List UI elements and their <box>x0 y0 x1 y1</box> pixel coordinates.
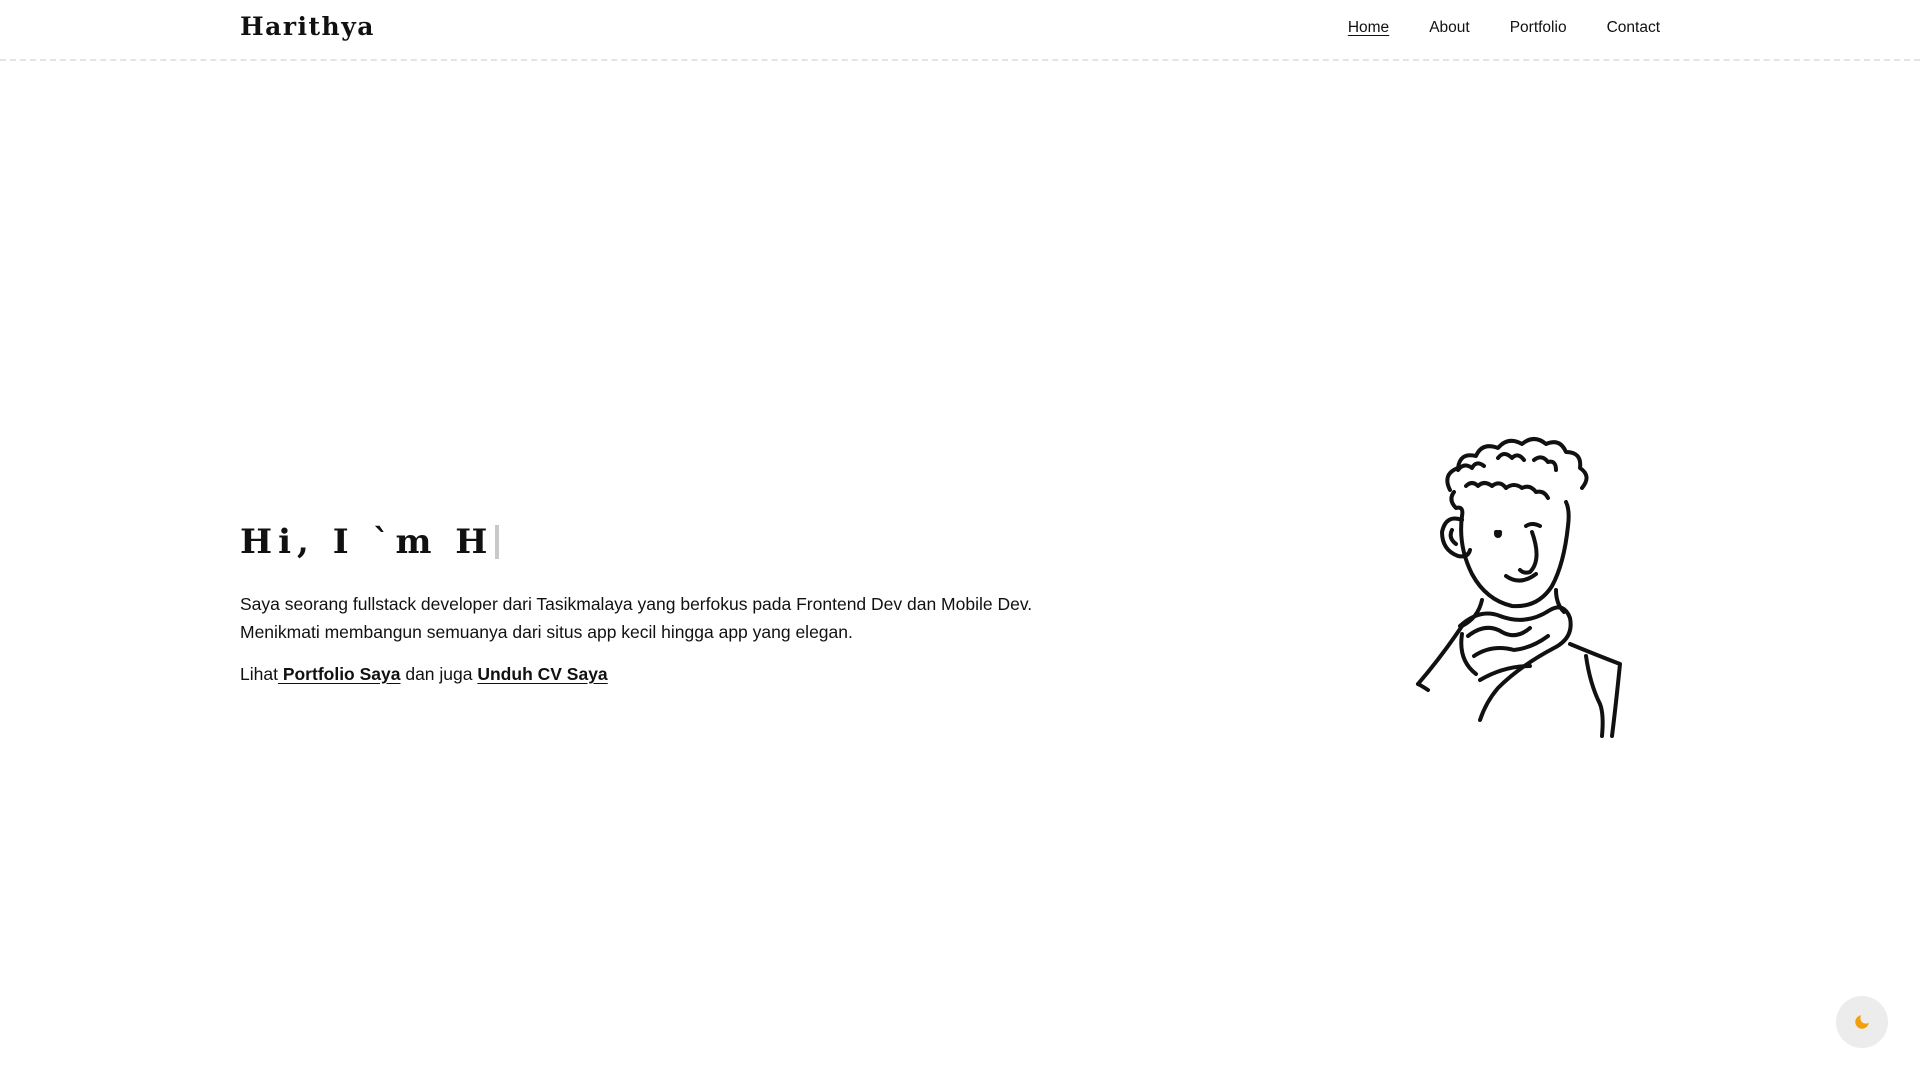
hero-links: Lihat Portfolio Saya dan juga Unduh CV S… <box>240 660 1060 688</box>
nav-item-contact[interactable]: Contact <box>1607 19 1660 37</box>
typed-text: Hi, I `m H <box>240 522 494 562</box>
hero-description: Saya seorang fullstack developer dari Ta… <box>240 590 1060 646</box>
typing-cursor <box>495 525 500 559</box>
links-prefix: Lihat <box>240 664 278 684</box>
description-line-1: Saya seorang fullstack developer dari Ta… <box>240 594 1033 614</box>
hero-section: Hi, I `m H Saya seorang fullstack develo… <box>240 520 1060 688</box>
navbar: Harithya Home About Portfolio Contact <box>0 0 1920 61</box>
brand-logo[interactable]: Harithya <box>240 12 375 41</box>
avatar-sketch-icon <box>1410 430 1660 750</box>
nav-item-about[interactable]: About <box>1429 19 1470 37</box>
nav-item-home[interactable]: Home <box>1348 19 1389 37</box>
hero-title: Hi, I `m H <box>240 520 1060 564</box>
nav-menu: Home About Portfolio Contact <box>1348 19 1660 37</box>
moon-icon <box>1855 1015 1869 1029</box>
portfolio-link[interactable]: Portfolio Saya <box>278 664 401 684</box>
description-line-2: Menikmati membangun semuanya dari situs … <box>240 622 853 642</box>
download-cv-link[interactable]: Unduh CV Saya <box>477 664 607 684</box>
nav-item-portfolio[interactable]: Portfolio <box>1510 19 1567 37</box>
theme-toggle-button[interactable] <box>1836 996 1888 1048</box>
links-middle: dan juga <box>400 664 478 684</box>
